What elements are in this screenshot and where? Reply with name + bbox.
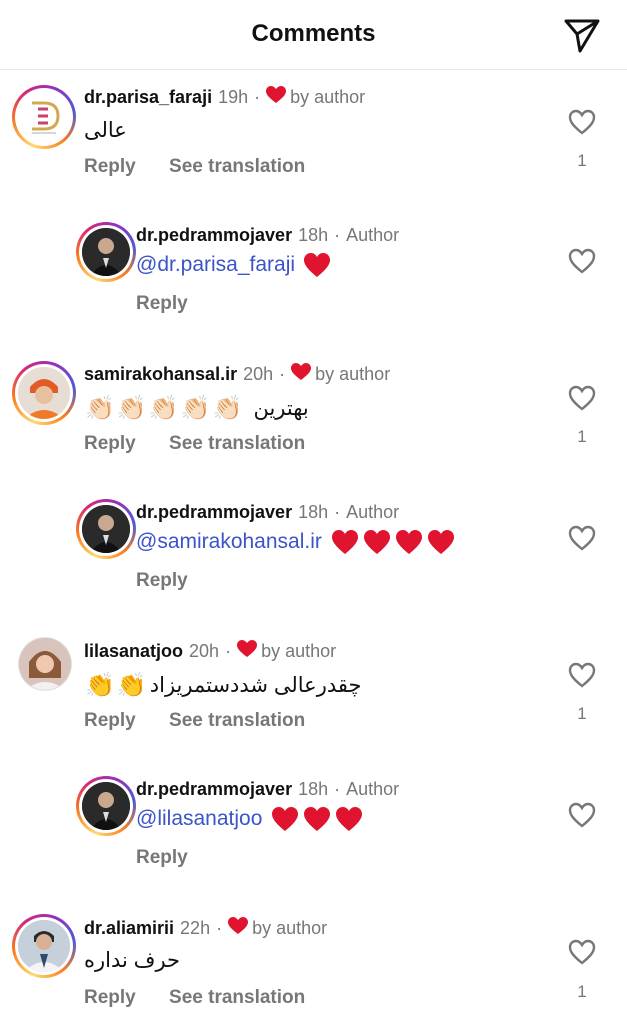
paper-plane-icon[interactable] [562, 18, 602, 54]
mention-link[interactable]: @dr.parisa_faraji [136, 253, 295, 277]
like-count: 1 [577, 982, 587, 1001]
reply-time: 18h [298, 225, 329, 245]
avatar[interactable] [12, 914, 76, 978]
by-author-badge: by author [290, 87, 366, 107]
avatar[interactable] [76, 222, 136, 282]
reply-username[interactable]: dr.pedrammojaver [136, 779, 292, 800]
clapping-hands-emoji-icon: 👏 👏 [85, 672, 147, 699]
avatar[interactable] [76, 499, 136, 559]
comment-text: چقدرعالی شددستمریزاد [149, 674, 362, 697]
reply-button[interactable]: Reply [84, 156, 136, 177]
profile-photo-icon [82, 782, 130, 830]
comment-text: حرف نداره [84, 949, 181, 972]
avatar[interactable] [76, 776, 136, 836]
see-translation-button[interactable]: See translation [169, 710, 305, 731]
reply-button[interactable]: Reply [136, 847, 188, 868]
like-count: 1 [577, 151, 587, 170]
reply-button[interactable]: Reply [84, 710, 136, 731]
page-title: Comments [251, 20, 376, 47]
like-heart-icon[interactable] [566, 937, 598, 967]
by-author-badge: by author [252, 918, 328, 938]
red-heart-emoji-icon [303, 252, 333, 278]
comment-text: عالی [84, 119, 127, 142]
avatar[interactable] [18, 637, 72, 691]
like-count: 1 [577, 427, 587, 446]
author-badge: Author [346, 779, 400, 799]
profile-photo-icon [82, 505, 130, 553]
comment-username[interactable]: samirakohansal.ir [84, 364, 237, 385]
reply-button[interactable]: Reply [84, 433, 136, 454]
see-translation-button[interactable]: See translation [169, 433, 305, 454]
like-count: 1 [577, 704, 587, 723]
profile-photo-icon [82, 228, 130, 276]
comments-header: Comments [0, 0, 627, 70]
profile-photo-icon [18, 920, 70, 972]
clapping-hands-emoji-icon: 👏🏻 👏🏻 👏🏻 👏🏻 👏🏻 [85, 395, 243, 422]
red-heart-emoji-icon [330, 529, 458, 555]
author-liked-heart-icon [266, 86, 287, 109]
like-heart-icon[interactable] [566, 107, 598, 137]
like-heart-icon[interactable] [566, 800, 598, 830]
reply-time: 18h [298, 502, 329, 522]
like-heart-icon[interactable] [566, 246, 598, 276]
author-badge: Author [346, 225, 400, 245]
reply-button[interactable]: Reply [136, 293, 188, 314]
logo-avatar-icon [18, 91, 70, 143]
comment-username[interactable]: dr.parisa_faraji [84, 87, 212, 108]
author-liked-heart-icon [291, 363, 312, 386]
like-heart-icon[interactable] [566, 660, 598, 690]
reply-button[interactable]: Reply [136, 570, 188, 591]
by-author-badge: by author [261, 641, 337, 661]
comment-username[interactable]: dr.aliamirii [84, 918, 174, 939]
like-heart-icon[interactable] [566, 523, 598, 553]
comment-time: 22h [180, 918, 211, 938]
by-author-badge: by author [315, 364, 391, 384]
author-liked-heart-icon [237, 640, 258, 663]
profile-photo-icon [18, 367, 70, 419]
author-badge: Author [346, 502, 400, 522]
reply-time: 18h [298, 779, 329, 799]
comment-username[interactable]: lilasanatjoo [84, 641, 183, 662]
mention-link[interactable]: @lilasanatjoo [136, 807, 262, 831]
red-heart-emoji-icon [270, 806, 366, 832]
comment-time: 20h [243, 364, 274, 384]
mention-link[interactable]: @samirakohansal.ir [136, 530, 322, 554]
reply-username[interactable]: dr.pedrammojaver [136, 502, 292, 523]
see-translation-button[interactable]: See translation [169, 987, 305, 1008]
reply-username[interactable]: dr.pedrammojaver [136, 225, 292, 246]
see-translation-button[interactable]: See translation [169, 156, 305, 177]
comment-time: 19h [218, 87, 249, 107]
profile-photo-icon [19, 638, 71, 690]
reply-button[interactable]: Reply [84, 987, 136, 1008]
avatar[interactable] [12, 361, 76, 425]
like-heart-icon[interactable] [566, 383, 598, 413]
comment-text: بهترین [253, 397, 309, 420]
avatar[interactable] [12, 85, 76, 149]
comment-time: 20h [189, 641, 220, 661]
author-liked-heart-icon [228, 917, 249, 940]
